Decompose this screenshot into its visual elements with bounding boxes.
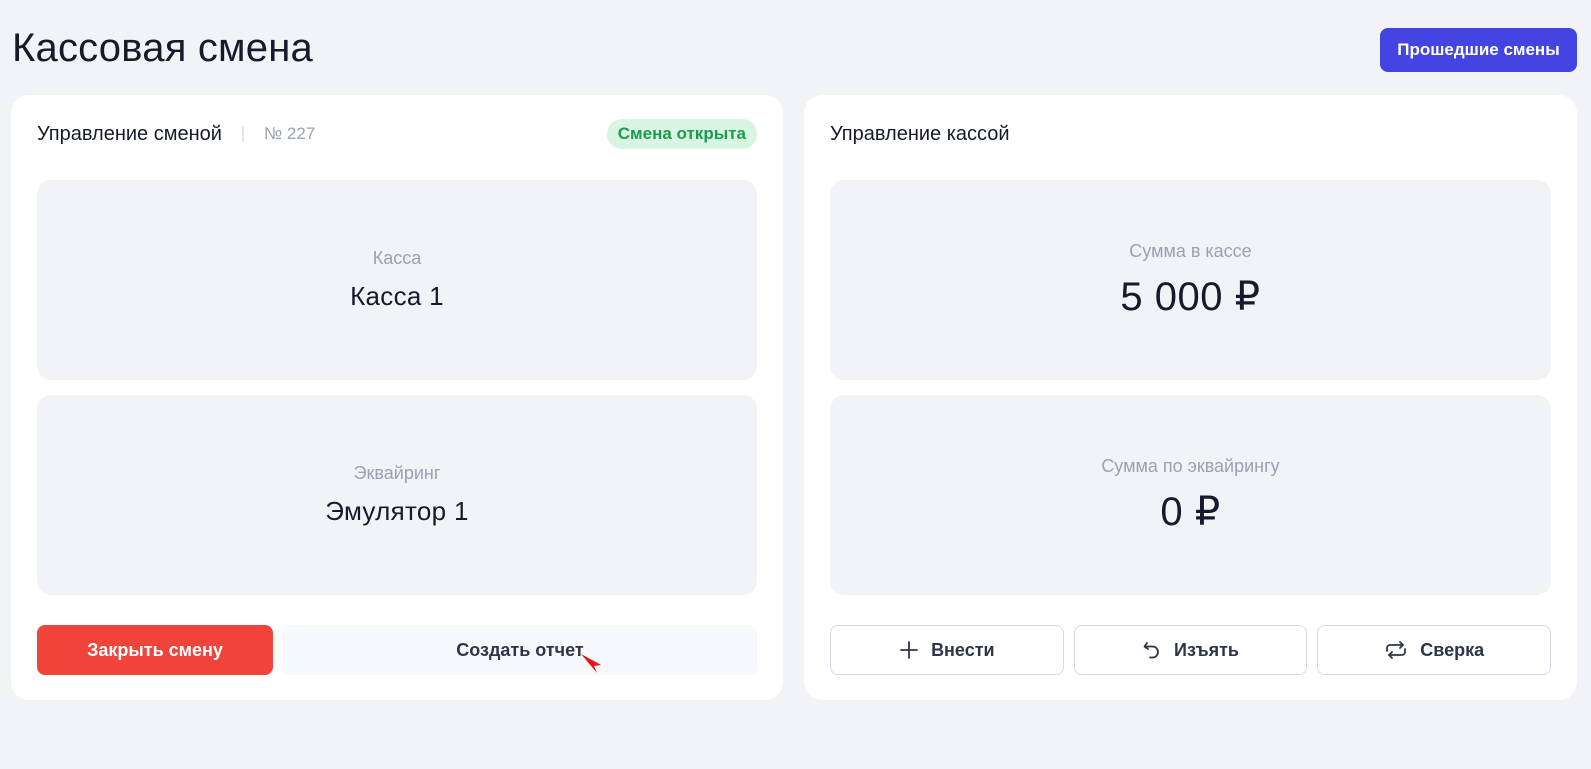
page-title: Кассовая смена: [12, 26, 313, 70]
shift-actions: Закрыть смену Создать отчет: [37, 625, 757, 675]
withdraw-button[interactable]: Изъять: [1073, 625, 1308, 675]
deposit-label: Внести: [931, 639, 995, 660]
cash-actions: Внести Изъять Сверка: [830, 625, 1552, 675]
register-card: Касса Касса 1: [37, 180, 757, 380]
acquiring-value: Эмулятор 1: [325, 496, 469, 526]
cash-sum-value: 5 000 ₽: [1120, 274, 1261, 319]
undo-icon: [1142, 640, 1162, 660]
shift-status-badge: Смена открыта: [606, 119, 757, 149]
cash-shift-page: Кассовая смена Прошедшие смены Управлени…: [0, 0, 1591, 769]
close-shift-button[interactable]: Закрыть смену: [37, 625, 273, 675]
mouse-cursor-icon: [581, 654, 601, 673]
create-report-button[interactable]: Создать отчет: [283, 625, 757, 675]
shift-panel-title: Управление сменой: [37, 122, 222, 145]
cash-sum-card: Сумма в кассе 5 000 ₽: [830, 180, 1551, 380]
cash-panel-title: Управление кассой: [830, 122, 1010, 145]
acquiring-sum-value: 0 ₽: [1160, 489, 1221, 534]
shift-number: № 227: [263, 124, 316, 143]
reconcile-button[interactable]: Сверка: [1317, 625, 1552, 675]
withdraw-label: Изъять: [1174, 639, 1239, 660]
cash-panel-header: Управление кассой: [830, 119, 1551, 149]
acquiring-sum-label: Сумма по эквайрингу: [1101, 455, 1280, 476]
refresh-icon: [1384, 640, 1408, 660]
deposit-button[interactable]: Внести: [830, 625, 1064, 675]
acquiring-label: Эквайринг: [353, 463, 441, 483]
register-label: Касса: [372, 248, 422, 268]
register-value: Касса 1: [350, 281, 444, 311]
shift-management-panel: Управление сменой № 227 Смена открыта Ка…: [11, 95, 783, 700]
header-divider: [241, 126, 244, 142]
plus-icon: [899, 640, 919, 660]
past-shifts-button[interactable]: Прошедшие смены: [1380, 28, 1577, 72]
acquiring-sum-card: Сумма по эквайрингу 0 ₽: [830, 395, 1551, 595]
cash-sum-label: Сумма в кассе: [1129, 240, 1252, 261]
cash-management-panel: Управление кассой Сумма в кассе 5 000 ₽ …: [804, 95, 1577, 700]
acquiring-card: Эквайринг Эмулятор 1: [37, 395, 757, 595]
reconcile-label: Сверка: [1420, 639, 1485, 660]
shift-panel-header: Управление сменой № 227 Смена открыта: [37, 119, 757, 149]
